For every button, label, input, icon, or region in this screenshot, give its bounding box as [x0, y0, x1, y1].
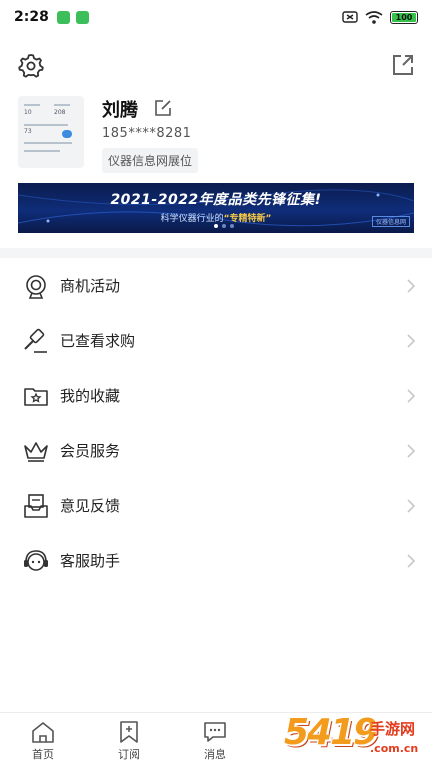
- menu-item-feedback[interactable]: 意见反馈: [0, 478, 432, 533]
- status-bar: 2:28 100: [0, 0, 432, 34]
- menu-item-customer-service[interactable]: 客服助手: [0, 533, 432, 588]
- wifi-icon: [365, 10, 383, 24]
- tab-label: 首页: [32, 748, 54, 761]
- battery-indicator: 100: [390, 10, 418, 24]
- chevron-right-icon: [407, 498, 416, 513]
- banner-title: 2021-2022年度品类先锋征集!: [110, 192, 322, 208]
- banner-corner-tag: 仪器信息网: [371, 216, 410, 227]
- menu-list: 商机活动 已查看求购 我的收藏 会员服务 意见反馈 客服助手: [0, 258, 432, 588]
- banner-subtitle: 科学仪器行业的“专精特新”: [18, 211, 414, 224]
- tab-label: 消息: [204, 748, 226, 761]
- menu-item-label: 已查看求购: [60, 332, 136, 350]
- section-divider: [0, 248, 432, 258]
- organization-tag[interactable]: 仪器信息网展位: [102, 148, 199, 173]
- avatar-stat: 208: [54, 109, 66, 116]
- feedback-tray-icon: [24, 493, 48, 518]
- chevron-right-icon: [407, 443, 416, 458]
- pagination-dot[interactable]: [214, 224, 218, 228]
- avatar[interactable]: 10 208 73: [18, 96, 84, 168]
- watermark-number: 5419: [284, 712, 378, 753]
- avatar-stat: 10: [24, 109, 32, 116]
- menu-item-label: 商机活动: [60, 277, 121, 295]
- menu-item-label: 会员服务: [60, 442, 121, 460]
- pagination-dot[interactable]: [230, 224, 234, 228]
- chevron-right-icon: [407, 333, 416, 348]
- watermark-text: 手游网: [370, 720, 416, 738]
- pagination-dot[interactable]: [222, 224, 226, 228]
- tab-label: 订阅: [118, 748, 140, 761]
- home-icon: [32, 722, 54, 743]
- banner-subtitle-highlight: “专精特新”: [223, 214, 272, 224]
- menu-item-membership[interactable]: 会员服务: [0, 423, 432, 478]
- menu-item-my-favorites[interactable]: 我的收藏: [0, 368, 432, 423]
- customer-service-icon: [24, 549, 48, 571]
- bookmark-icon: [120, 721, 138, 743]
- menu-item-label: 我的收藏: [60, 387, 121, 405]
- business-opportunity-icon: [26, 274, 46, 299]
- tab-messages[interactable]: 消息: [172, 713, 258, 768]
- menu-item-label: 意见反馈: [60, 497, 121, 515]
- phone-number: 185****8281: [102, 126, 192, 141]
- avatar-stat: 73: [24, 128, 32, 135]
- tab-home[interactable]: 首页: [0, 713, 86, 768]
- promo-banner[interactable]: 2021-2022年度品类先锋征集! 科学仪器行业的“专精特新” 仪器信息网: [18, 183, 414, 233]
- banner-pagination: [214, 224, 234, 228]
- menu-item-business-activities[interactable]: 商机活动: [0, 258, 432, 313]
- profile-section: 10 208 73 刘腾 185****8281 仪器信息网展位: [0, 96, 432, 182]
- menu-item-viewed-purchases[interactable]: 已查看求购: [0, 313, 432, 368]
- status-time: 2:28: [14, 9, 49, 25]
- share-icon[interactable]: [390, 52, 416, 78]
- chevron-right-icon: [407, 388, 416, 403]
- gavel-icon: [24, 328, 47, 353]
- battery-percent: 100: [395, 12, 413, 22]
- mute-icon: [342, 11, 358, 23]
- chevron-right-icon: [407, 553, 416, 568]
- folder-star-icon: [24, 387, 48, 406]
- message-icon: [204, 722, 226, 742]
- profile-header: [0, 34, 432, 96]
- notification-app-icon: [75, 10, 89, 24]
- gear-icon[interactable]: [17, 52, 45, 80]
- watermark-domain: .com.cn: [370, 742, 419, 755]
- crown-icon: [24, 441, 48, 462]
- site-watermark: 5419 手游网 .com.cn: [282, 712, 432, 768]
- username: 刘腾: [102, 100, 138, 121]
- menu-item-label: 客服助手: [60, 552, 121, 570]
- tab-subscribe[interactable]: 订阅: [86, 713, 172, 768]
- edit-icon[interactable]: [154, 99, 172, 117]
- notification-app-icon: [56, 10, 70, 24]
- banner-subtitle-prefix: 科学仪器行业的: [160, 214, 224, 224]
- chevron-right-icon: [407, 278, 416, 293]
